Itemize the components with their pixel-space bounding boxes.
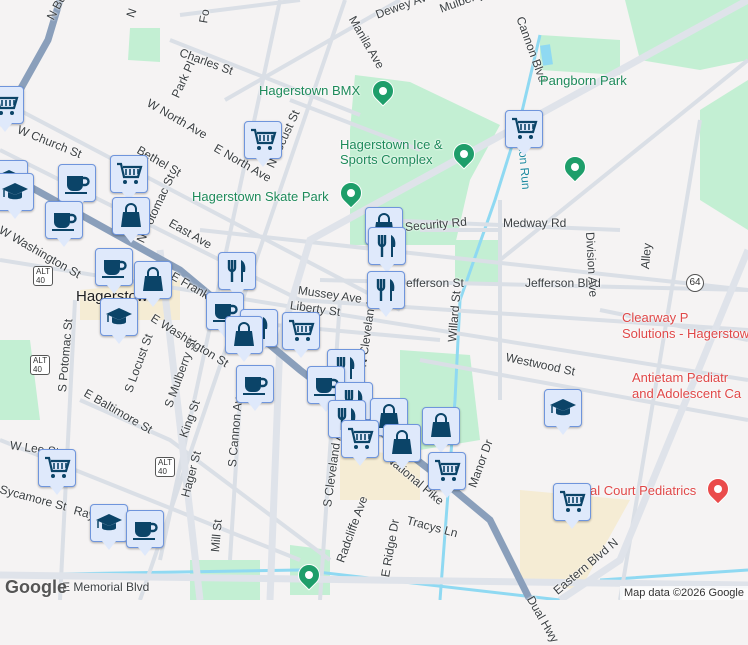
poi-label-skate-park[interactable]: Hagerstown Skate Park — [192, 189, 329, 204]
cafe-marker[interactable] — [58, 164, 96, 210]
street-label: Jefferson St — [400, 276, 464, 290]
store-marker[interactable] — [112, 197, 150, 243]
poi-label-clearway[interactable]: Clearway P Solutions - Hagerstow — [622, 310, 748, 342]
cafe-marker[interactable] — [45, 201, 83, 247]
street-label: Alley — [638, 242, 655, 270]
store-marker[interactable] — [134, 261, 172, 307]
restaurant-marker[interactable] — [368, 227, 406, 273]
poi-label-antietam[interactable]: Antietam Pediatr and Adolescent Ca — [632, 370, 741, 402]
route-shield-alt40: ALT 40 — [30, 355, 51, 375]
school-marker[interactable] — [90, 504, 128, 550]
shopping-marker[interactable] — [244, 121, 282, 167]
store-marker[interactable] — [383, 424, 421, 470]
google-logo: Google — [5, 577, 67, 597]
route-shield-alt40: ALT 40 — [155, 457, 176, 477]
shopping-marker[interactable] — [553, 483, 591, 529]
street-label: Dual Hwy — [523, 593, 562, 645]
poi-label-bmx[interactable]: Hagerstown BMX — [259, 83, 360, 98]
map-attribution[interactable]: Map data ©2026 Google — [619, 586, 748, 600]
restaurant-marker[interactable] — [367, 271, 405, 317]
school-marker[interactable] — [0, 173, 34, 219]
restaurant-marker[interactable] — [218, 252, 256, 298]
store-marker[interactable] — [225, 316, 263, 362]
shopping-marker[interactable] — [110, 155, 148, 201]
poi-label-ice-complex[interactable]: Hagerstown Ice & Sports Complex — [340, 137, 460, 167]
cafe-marker[interactable] — [126, 510, 164, 556]
street-label: E Memorial Blvd — [62, 580, 150, 594]
shopping-marker[interactable] — [0, 86, 24, 132]
cafe-marker[interactable] — [236, 365, 274, 411]
route-shield-alt40: ALT 40 — [33, 266, 54, 286]
shopping-marker[interactable] — [505, 110, 543, 156]
school-marker[interactable] — [544, 389, 582, 435]
street-label: Medway Rd — [503, 216, 567, 230]
shopping-marker[interactable] — [341, 420, 379, 466]
school-marker[interactable] — [100, 298, 138, 344]
shopping-marker[interactable] — [428, 452, 466, 498]
poi-label-pangborn-park[interactable]: Pangborn Park — [540, 73, 627, 88]
poi-label-pediatrics[interactable]: al Court Pediatrics — [590, 483, 696, 499]
street-label: Fo — [196, 7, 213, 25]
route-shield-64: 64 — [686, 274, 704, 292]
store-marker[interactable] — [422, 407, 460, 453]
shopping-marker[interactable] — [282, 312, 320, 358]
cafe-marker[interactable] — [95, 248, 133, 294]
street-label: Mill St — [208, 518, 225, 553]
shopping-marker[interactable] — [38, 449, 76, 495]
